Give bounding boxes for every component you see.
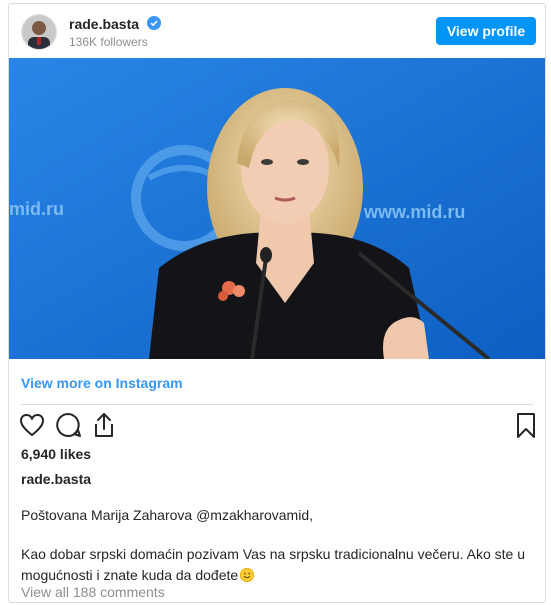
photo-watermark-left: mid.ru xyxy=(9,199,64,219)
caption-username[interactable]: rade.basta xyxy=(21,471,91,487)
caption-line-1: Poštovana Marija Zaharova @mzakharovamid… xyxy=(21,507,314,523)
action-bar xyxy=(9,410,545,446)
verified-badge-icon xyxy=(147,16,161,30)
avatar[interactable] xyxy=(21,14,57,50)
heart-icon[interactable] xyxy=(17,410,47,440)
username[interactable]: rade.basta xyxy=(69,16,139,32)
share-icon[interactable] xyxy=(89,410,119,440)
caption-line-2-text: Kao dobar srpski domaćin pozivam Vas na … xyxy=(21,546,525,583)
post-photo[interactable]: mid.ru www.mid.ru xyxy=(9,58,545,359)
caption-line-2: Kao dobar srpski domaćin pozivam Vas na … xyxy=(21,544,531,586)
follower-count: 136K followers xyxy=(69,35,148,49)
photo-watermark-right: www.mid.ru xyxy=(363,202,465,222)
instagram-embed-card: rade.basta 136K followers View profile m… xyxy=(8,3,546,603)
like-count[interactable]: 6,940 likes xyxy=(21,446,91,462)
divider xyxy=(21,404,533,405)
comment-icon[interactable] xyxy=(53,410,83,440)
view-comments-link[interactable]: View all 188 comments xyxy=(21,584,165,600)
bookmark-icon[interactable] xyxy=(511,410,541,440)
view-profile-button[interactable]: View profile xyxy=(436,17,536,45)
post-header: rade.basta 136K followers View profile xyxy=(9,4,545,58)
view-more-link[interactable]: View more on Instagram xyxy=(21,375,183,391)
smile-emoji-icon xyxy=(240,568,255,582)
